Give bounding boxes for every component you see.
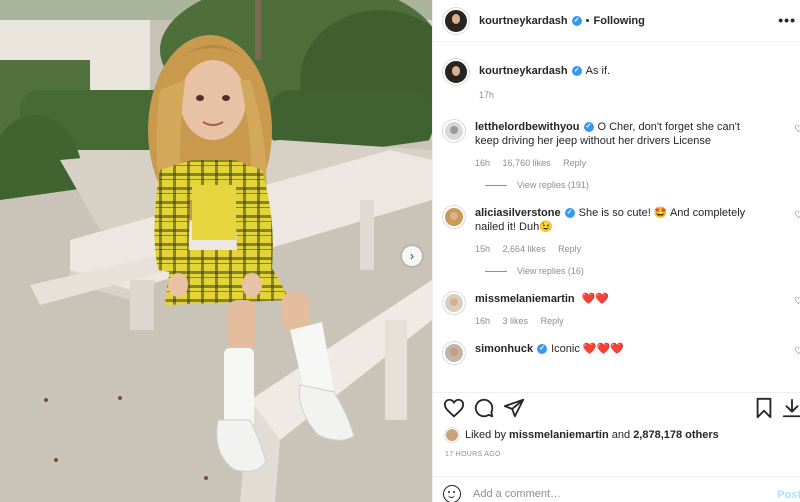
comment-item: missmelaniemartin ❤️❤️ 16h 3 likes Reply… [433, 292, 800, 326]
post-comment-button[interactable]: Post [777, 489, 800, 501]
verified-badge-icon: ✓ [571, 66, 582, 77]
share-icon[interactable] [503, 397, 525, 419]
likes-prefix: Liked by [465, 429, 506, 441]
commenter-username[interactable]: aliciasilverstone [475, 207, 561, 219]
commenter-avatar[interactable] [443, 120, 465, 142]
verified-badge-icon: ✓ [537, 344, 548, 355]
photo-illustration [0, 0, 432, 502]
likes-joiner: and [611, 429, 631, 441]
commenter-username[interactable]: missmelaniemartin [475, 293, 575, 305]
next-image-button[interactable]: › [402, 246, 422, 266]
post-timestamp[interactable]: 17 HOURS AGO [445, 451, 501, 458]
comment-item: simonhuck ✓ Iconic ❤️❤️❤️ ♡ [433, 342, 800, 364]
likes-count[interactable]: 2,878,178 others [633, 429, 719, 441]
comment-likes[interactable]: 2,664 likes [503, 244, 546, 254]
comment-item: letthelordbewithyou ✓ O Cher, don't forget… [433, 120, 800, 168]
comment-time: 16h [475, 316, 491, 326]
caption-username[interactable]: kourtneykardash [479, 65, 568, 77]
comment-like-heart-icon[interactable]: ♡ [794, 210, 800, 221]
comment-like-heart-icon[interactable]: ♡ [794, 346, 800, 357]
commenter-avatar[interactable] [443, 342, 465, 364]
more-options-icon[interactable]: ••• [778, 12, 796, 28]
view-replies-label: View replies (191) [517, 180, 589, 190]
download-icon[interactable] [781, 397, 800, 419]
reply-button[interactable]: Reply [563, 158, 586, 168]
comment-text: Iconic ❤️❤️❤️ [551, 343, 624, 355]
caption-time: 17h [479, 90, 495, 100]
commenter-avatar[interactable] [443, 292, 465, 314]
comment-item: aliciasilverstone ✓ She is so cute! 🤩 And … [433, 206, 800, 254]
caption-avatar[interactable] [443, 59, 469, 85]
commenter-username[interactable]: letthelordbewithyou [475, 121, 580, 133]
liker-avatar[interactable] [445, 428, 459, 442]
comment-icon[interactable] [473, 397, 495, 419]
heart-icon[interactable] [443, 397, 465, 419]
verified-badge-icon: ✓ [583, 122, 594, 133]
comments-list[interactable]: kourtneykardash ✓ As if. 17h letthelordbew… [433, 43, 800, 392]
emoji-icon[interactable] [443, 484, 461, 502]
comment-likes[interactable]: 3 likes [503, 316, 529, 326]
commenter-avatar[interactable] [443, 206, 465, 228]
following-button[interactable]: Following [594, 15, 645, 27]
author-username[interactable]: kourtneykardash [479, 15, 568, 27]
verified-badge-icon: ✓ [571, 15, 582, 26]
bookmark-icon[interactable] [753, 397, 775, 419]
caption-text: As if. [585, 65, 611, 77]
post-caption: kourtneykardash ✓ As if. 17h [433, 43, 800, 100]
commenter-username[interactable]: simonhuck [475, 343, 533, 355]
view-replies-button[interactable]: View replies (16) [485, 266, 800, 276]
comment-likes[interactable]: 16,760 likes [503, 158, 551, 168]
reply-button[interactable]: Reply [558, 244, 581, 254]
verified-badge-icon: ✓ [564, 208, 575, 219]
comment-input[interactable] [473, 487, 763, 500]
chevron-right-icon: › [410, 249, 414, 263]
comment-like-heart-icon[interactable]: ♡ [794, 296, 800, 307]
comment-time: 16h [475, 158, 491, 168]
reply-button[interactable]: Reply [541, 316, 564, 326]
separator-dot: • [585, 14, 590, 27]
add-comment-bar: Post [433, 476, 800, 502]
post-actions [433, 392, 800, 422]
author-avatar[interactable] [443, 7, 469, 34]
comment-text: ❤️❤️ [581, 293, 610, 305]
view-replies-button[interactable]: View replies (191) [485, 180, 800, 190]
post-sidebar: kourtneykardash ✓ • Following ••• kourtn… [432, 0, 800, 502]
comment-like-heart-icon[interactable]: ♡ [794, 124, 800, 135]
view-replies-label: View replies (16) [517, 266, 584, 276]
likes-summary: Liked by missmelaniemartin and 2,878,178… [445, 428, 719, 442]
comment-time: 15h [475, 244, 491, 254]
post-photo[interactable]: › [0, 0, 432, 502]
liker-username[interactable]: missmelaniemartin [509, 429, 609, 441]
post-header: kourtneykardash ✓ • Following ••• [433, 0, 800, 42]
